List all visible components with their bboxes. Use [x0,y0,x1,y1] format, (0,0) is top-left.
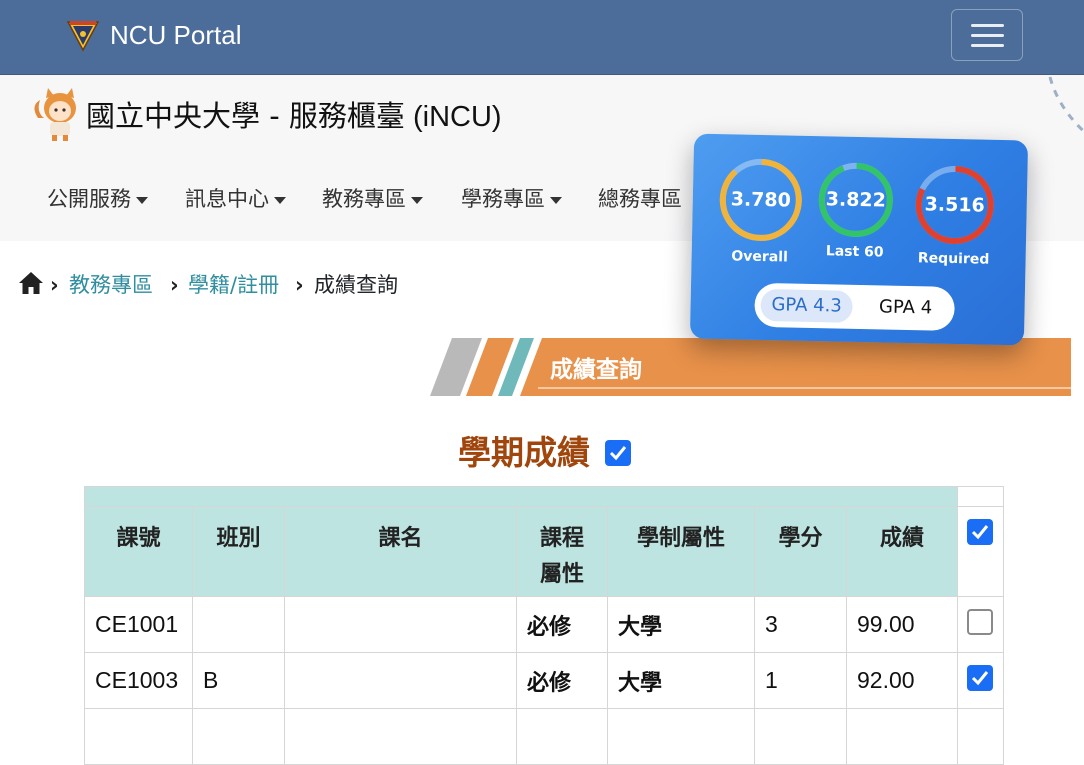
hamburger-menu-icon [971,34,1004,37]
cell-empty [284,708,517,765]
cell-course-no: CE1003 [84,652,193,709]
site-title-text: 國立中央大學 - 服務櫃臺 [86,99,405,133]
table-row: CE1001 必修 大學 3 99.00 [84,596,1004,653]
cell-empty [516,708,608,765]
gpa-ring-overall: 3.780 [717,156,805,244]
cell-empty [192,708,285,765]
menu-label: 學務專區 [461,187,545,211]
gpa-last60-value: 3.822 [825,188,887,212]
col-grade: 成績 [846,506,958,597]
brand-link[interactable]: NCU Portal [110,18,241,52]
table-row: CE1003 B 必修 大學 1 92.00 [84,652,1004,709]
col-select [957,506,1004,597]
cell-grade: 99.00 [846,596,958,653]
table-row-partial [84,708,1004,765]
cell-credits: 1 [754,652,847,709]
table-header-spacer [84,486,1004,507]
cell-empty [957,708,1004,765]
cell-class: B [192,652,285,709]
row-checkbox[interactable] [967,665,993,691]
grades-table: 課號 班別 課名 課程 屬性 學制屬性 學分 成績 CE1001 必修 大學 3 [84,486,1004,765]
caret-down-icon [274,196,286,204]
hamburger-menu-icon [971,44,1004,47]
gpa-widget[interactable]: 3.780 Overall 3.822 Last 60 3.516 Requir… [689,133,1029,346]
section-banner [430,338,1071,396]
header-spacer-cell [957,486,1004,507]
cell-select [957,652,1004,709]
cell-empty [754,708,847,765]
menu-news-center[interactable]: 訊息中心 [185,180,286,218]
gpa-ring-last60: 3.822 [817,161,895,239]
chevron-right-icon: › [295,273,304,297]
section-title: 成績查詢 [550,357,642,383]
caret-down-icon [136,196,148,204]
gpa-scale-4[interactable]: GPA 4 [862,291,949,325]
gpa-overall-value: 3.780 [730,188,792,212]
cell-grade: 92.00 [846,652,958,709]
cell-course-name [284,596,517,653]
cell-course-no: CE1001 [84,596,193,653]
caret-down-icon [411,196,423,204]
gpa-scale-toggle: GPA 4.3 GPA 4 [754,282,956,332]
col-course-type-line1: 課程 [539,526,584,551]
row-checkbox[interactable] [967,609,993,635]
menu-general-affairs[interactable]: 總務專區 [598,180,682,218]
menu-label: 訊息中心 [185,187,269,211]
chevron-right-icon: › [170,273,179,297]
check-icon [609,446,627,461]
select-all-checkbox[interactable] [967,519,993,545]
menu-academic-affairs[interactable]: 教務專區 [322,180,423,218]
semester-title: 學期成績 [458,433,590,472]
gpa-last60-label: Last 60 [825,243,884,261]
hamburger-menu-button[interactable] [951,9,1023,61]
home-icon[interactable] [18,271,44,295]
check-icon [971,525,989,540]
top-navbar: NCU Portal [0,0,1084,75]
breadcrumb-registration[interactable]: 學籍/註冊 [188,266,279,304]
chevron-right-icon: › [50,273,59,297]
gpa-required-label: Required [917,250,990,268]
gpa-ring-required: 3.516 [914,164,996,246]
breadcrumb-academic[interactable]: 教務專區 [69,266,153,304]
cell-course-type: 必修 [516,652,608,709]
col-credits: 學分 [754,506,847,597]
menu-label: 公開服務 [47,187,131,211]
gpa-required-value: 3.516 [924,193,986,217]
site-title-suffix: (iNCU) [412,101,502,133]
col-class: 班別 [192,506,285,597]
ncu-seal-logo-icon[interactable] [66,18,100,52]
check-icon [971,671,989,686]
col-course-no: 課號 [84,506,193,597]
menu-label: 教務專區 [322,187,406,211]
cell-level: 大學 [607,596,755,653]
gpa-overall-label: Overall [731,248,789,266]
cell-empty [607,708,755,765]
cell-class [192,596,285,653]
squirrel-mascot-icon [34,88,76,141]
cell-course-type: 必修 [516,596,608,653]
menu-label: 總務專區 [598,187,682,211]
col-course-type: 課程 屬性 [516,506,608,597]
menu-student-affairs[interactable]: 學務專區 [461,180,562,218]
table-header-row: 課號 班別 課名 課程 屬性 學制屬性 學分 成績 [84,506,1004,597]
gpa-scale-4-3[interactable]: GPA 4.3 [760,288,853,323]
col-course-type-line2: 屬性 [539,562,584,587]
cell-course-name [284,652,517,709]
cell-empty [846,708,958,765]
cell-select [957,596,1004,653]
menu-public-services[interactable]: 公開服務 [47,180,148,218]
semester-checkbox[interactable] [605,440,631,466]
site-title: 國立中央大學 - 服務櫃臺 (iNCU) [86,94,502,139]
header-spacer-cell [84,486,958,507]
cell-empty [84,708,193,765]
col-level: 學制屬性 [607,506,755,597]
decorative-curve [1048,76,1084,134]
cell-credits: 3 [754,596,847,653]
breadcrumb-current: 成績查詢 [314,273,398,297]
hamburger-menu-icon [971,24,1004,27]
cell-level: 大學 [607,652,755,709]
col-course-name: 課名 [284,506,517,597]
caret-down-icon [550,196,562,204]
